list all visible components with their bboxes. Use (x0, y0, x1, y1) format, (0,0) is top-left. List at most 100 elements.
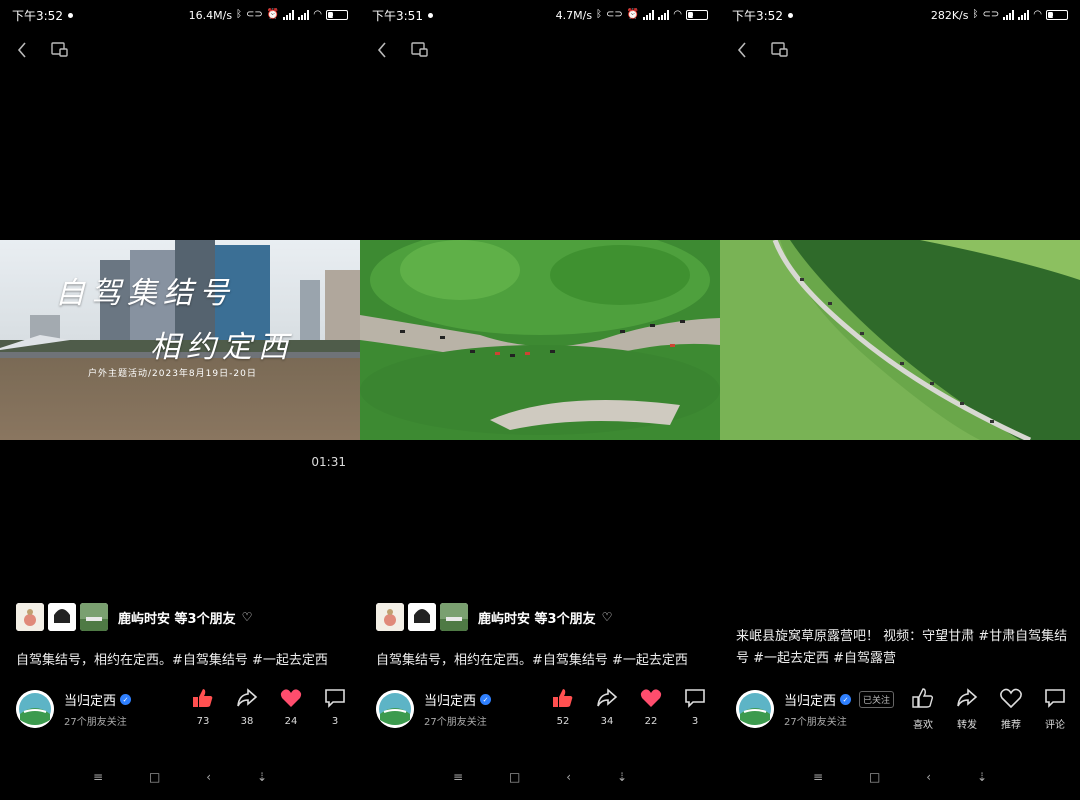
friends-text: 鹿屿时安 等3个朋友 (478, 611, 596, 627)
back-icon[interactable] (12, 40, 32, 60)
author-row[interactable]: 当归定西 ✓ 27个朋友关注 (376, 690, 492, 728)
down-arrow-icon[interactable]: ⇣ (977, 770, 987, 784)
nfc-icon: ⊂⊃ (246, 9, 263, 20)
like-button[interactable]: 喜欢 (910, 688, 936, 731)
author-name[interactable]: 当归定西 (424, 690, 476, 709)
friend-avatar (408, 603, 436, 631)
heart-icon (280, 688, 302, 712)
comment-label: 评论 (1045, 720, 1065, 731)
alarm-icon: ⏰ (626, 9, 640, 20)
friend-avatar (376, 603, 404, 631)
signal-icon (283, 10, 295, 20)
back-nav-icon[interactable]: ‹ (206, 770, 211, 784)
comment-button[interactable]: 3 (322, 688, 348, 727)
video-player[interactable] (360, 240, 720, 440)
window-icon[interactable] (410, 40, 430, 60)
notification-dot (787, 12, 793, 18)
author-name[interactable]: 当归定西 (64, 690, 116, 709)
share-button[interactable]: 34 (594, 688, 620, 727)
share-button[interactable]: 转发 (954, 688, 980, 731)
home-icon[interactable]: □ (149, 770, 160, 784)
wifi-icon: ◠ (1033, 9, 1042, 20)
author-name[interactable]: 当归定西 (784, 690, 836, 709)
system-nav-bar: ≡ □ ‹ ⇣ (360, 768, 720, 786)
signal-icon (1018, 10, 1030, 20)
menu-icon[interactable]: ≡ (93, 770, 103, 784)
comment-button[interactable]: 评论 (1042, 688, 1068, 731)
network-speed: 282K/s (930, 8, 969, 22)
author-row[interactable]: 当归定西 ✓ 27个朋友关注 (16, 690, 132, 728)
status-time: 下午3:51 (372, 8, 423, 23)
window-icon[interactable] (50, 40, 70, 60)
system-nav-bar: ≡ □ ‹ ⇣ (0, 768, 360, 786)
like-button[interactable]: 73 (190, 688, 216, 727)
post-caption: 自驾集结号，相约在定西。#自驾集结号 #一起去定西 (16, 653, 328, 668)
window-icon[interactable] (770, 40, 790, 60)
avatar[interactable] (16, 690, 54, 728)
comment-icon (684, 688, 706, 712)
heart-button[interactable]: 22 (638, 688, 664, 727)
action-bar: 52 34 22 3 (550, 688, 708, 727)
down-arrow-icon[interactable]: ⇣ (257, 770, 267, 784)
friend-avatar (48, 603, 76, 631)
status-time: 下午3:52 (732, 8, 783, 23)
share-icon (236, 688, 258, 712)
battery-icon: 26 (1046, 10, 1068, 20)
like-count: 73 (196, 716, 210, 727)
signal-icon (643, 10, 655, 20)
share-label: 转发 (957, 720, 977, 731)
video-player[interactable] (720, 240, 1080, 440)
comment-count: 3 (331, 716, 339, 727)
friends-row[interactable]: 鹿屿时安 等3个朋友 ♡ (16, 603, 252, 631)
comment-icon (324, 688, 346, 712)
status-bar: 下午3:52 16.4M/s ᛒ ⊂⊃ ⏰ ◠ 27 (0, 0, 360, 30)
author-row[interactable]: 当归定西 ✓ 已关注 27个朋友关注 (736, 690, 895, 728)
alarm-icon: ⏰ (266, 9, 280, 20)
recommend-button[interactable]: 推荐 (998, 688, 1024, 731)
heart-icon (640, 688, 662, 712)
share-count: 38 (240, 716, 254, 727)
followers-text: 27个朋友关注 (64, 717, 127, 728)
nfc-icon: ⊂⊃ (606, 9, 623, 20)
back-icon[interactable] (732, 40, 752, 60)
post-caption: 来岷县旋窝草原露营吧！ 视频：守望甘肃 #甘肃自驾集结号 #一起去定西 #自驾露… (736, 629, 1068, 666)
friends-row[interactable]: 鹿屿时安 等3个朋友 ♡ (376, 603, 612, 631)
followed-badge[interactable]: 已关注 (859, 691, 895, 708)
overlay-title-1: 自驾集结号 (55, 276, 235, 311)
battery-icon: 27 (686, 10, 708, 20)
avatar[interactable] (736, 690, 774, 728)
comment-button[interactable]: 3 (682, 688, 708, 727)
action-bar: 73 38 24 3 (190, 688, 348, 727)
menu-icon[interactable]: ≡ (453, 770, 463, 784)
down-arrow-icon[interactable]: ⇣ (617, 770, 627, 784)
comment-icon (1044, 688, 1066, 712)
back-icon[interactable] (372, 40, 392, 60)
home-icon[interactable]: □ (509, 770, 520, 784)
share-button[interactable]: 38 (234, 688, 260, 727)
wifi-icon: ◠ (313, 9, 322, 20)
like-label: 喜欢 (913, 720, 933, 731)
signal-icon (1003, 10, 1015, 20)
like-button[interactable]: 52 (550, 688, 576, 727)
post-panel-2: 下午3:51 4.7M/s ᛒ ⊂⊃ ⏰ ◠ 27 鹿屿时安 等3个朋友 ♡ 自… (360, 0, 720, 800)
overlay-title-2: 相约定西 (150, 330, 294, 365)
friends-text: 鹿屿时安 等3个朋友 (118, 611, 236, 627)
bluetooth-icon: ᛒ (236, 9, 243, 20)
back-nav-icon[interactable]: ‹ (566, 770, 571, 784)
heart-button[interactable]: 24 (278, 688, 304, 727)
notification-dot (427, 12, 433, 18)
followers-text: 27个朋友关注 (784, 717, 847, 728)
share-icon (596, 688, 618, 712)
followers-text: 27个朋友关注 (424, 717, 487, 728)
battery-icon: 27 (326, 10, 348, 20)
signal-icon (298, 10, 310, 20)
home-icon[interactable]: □ (869, 770, 880, 784)
video-player[interactable]: 自驾集结号 相约定西 户外主题活动/2023年8月19日-20日 (0, 240, 360, 440)
post-caption: 自驾集结号，相约在定西。#自驾集结号 #一起去定西 (376, 653, 688, 668)
status-bar: 下午3:52 282K/s ᛒ ⊂⊃ ◠ 26 (720, 0, 1080, 30)
avatar[interactable] (376, 690, 414, 728)
friend-avatar (440, 603, 468, 631)
back-nav-icon[interactable]: ‹ (926, 770, 931, 784)
heart-count: 24 (284, 716, 298, 727)
menu-icon[interactable]: ≡ (813, 770, 823, 784)
